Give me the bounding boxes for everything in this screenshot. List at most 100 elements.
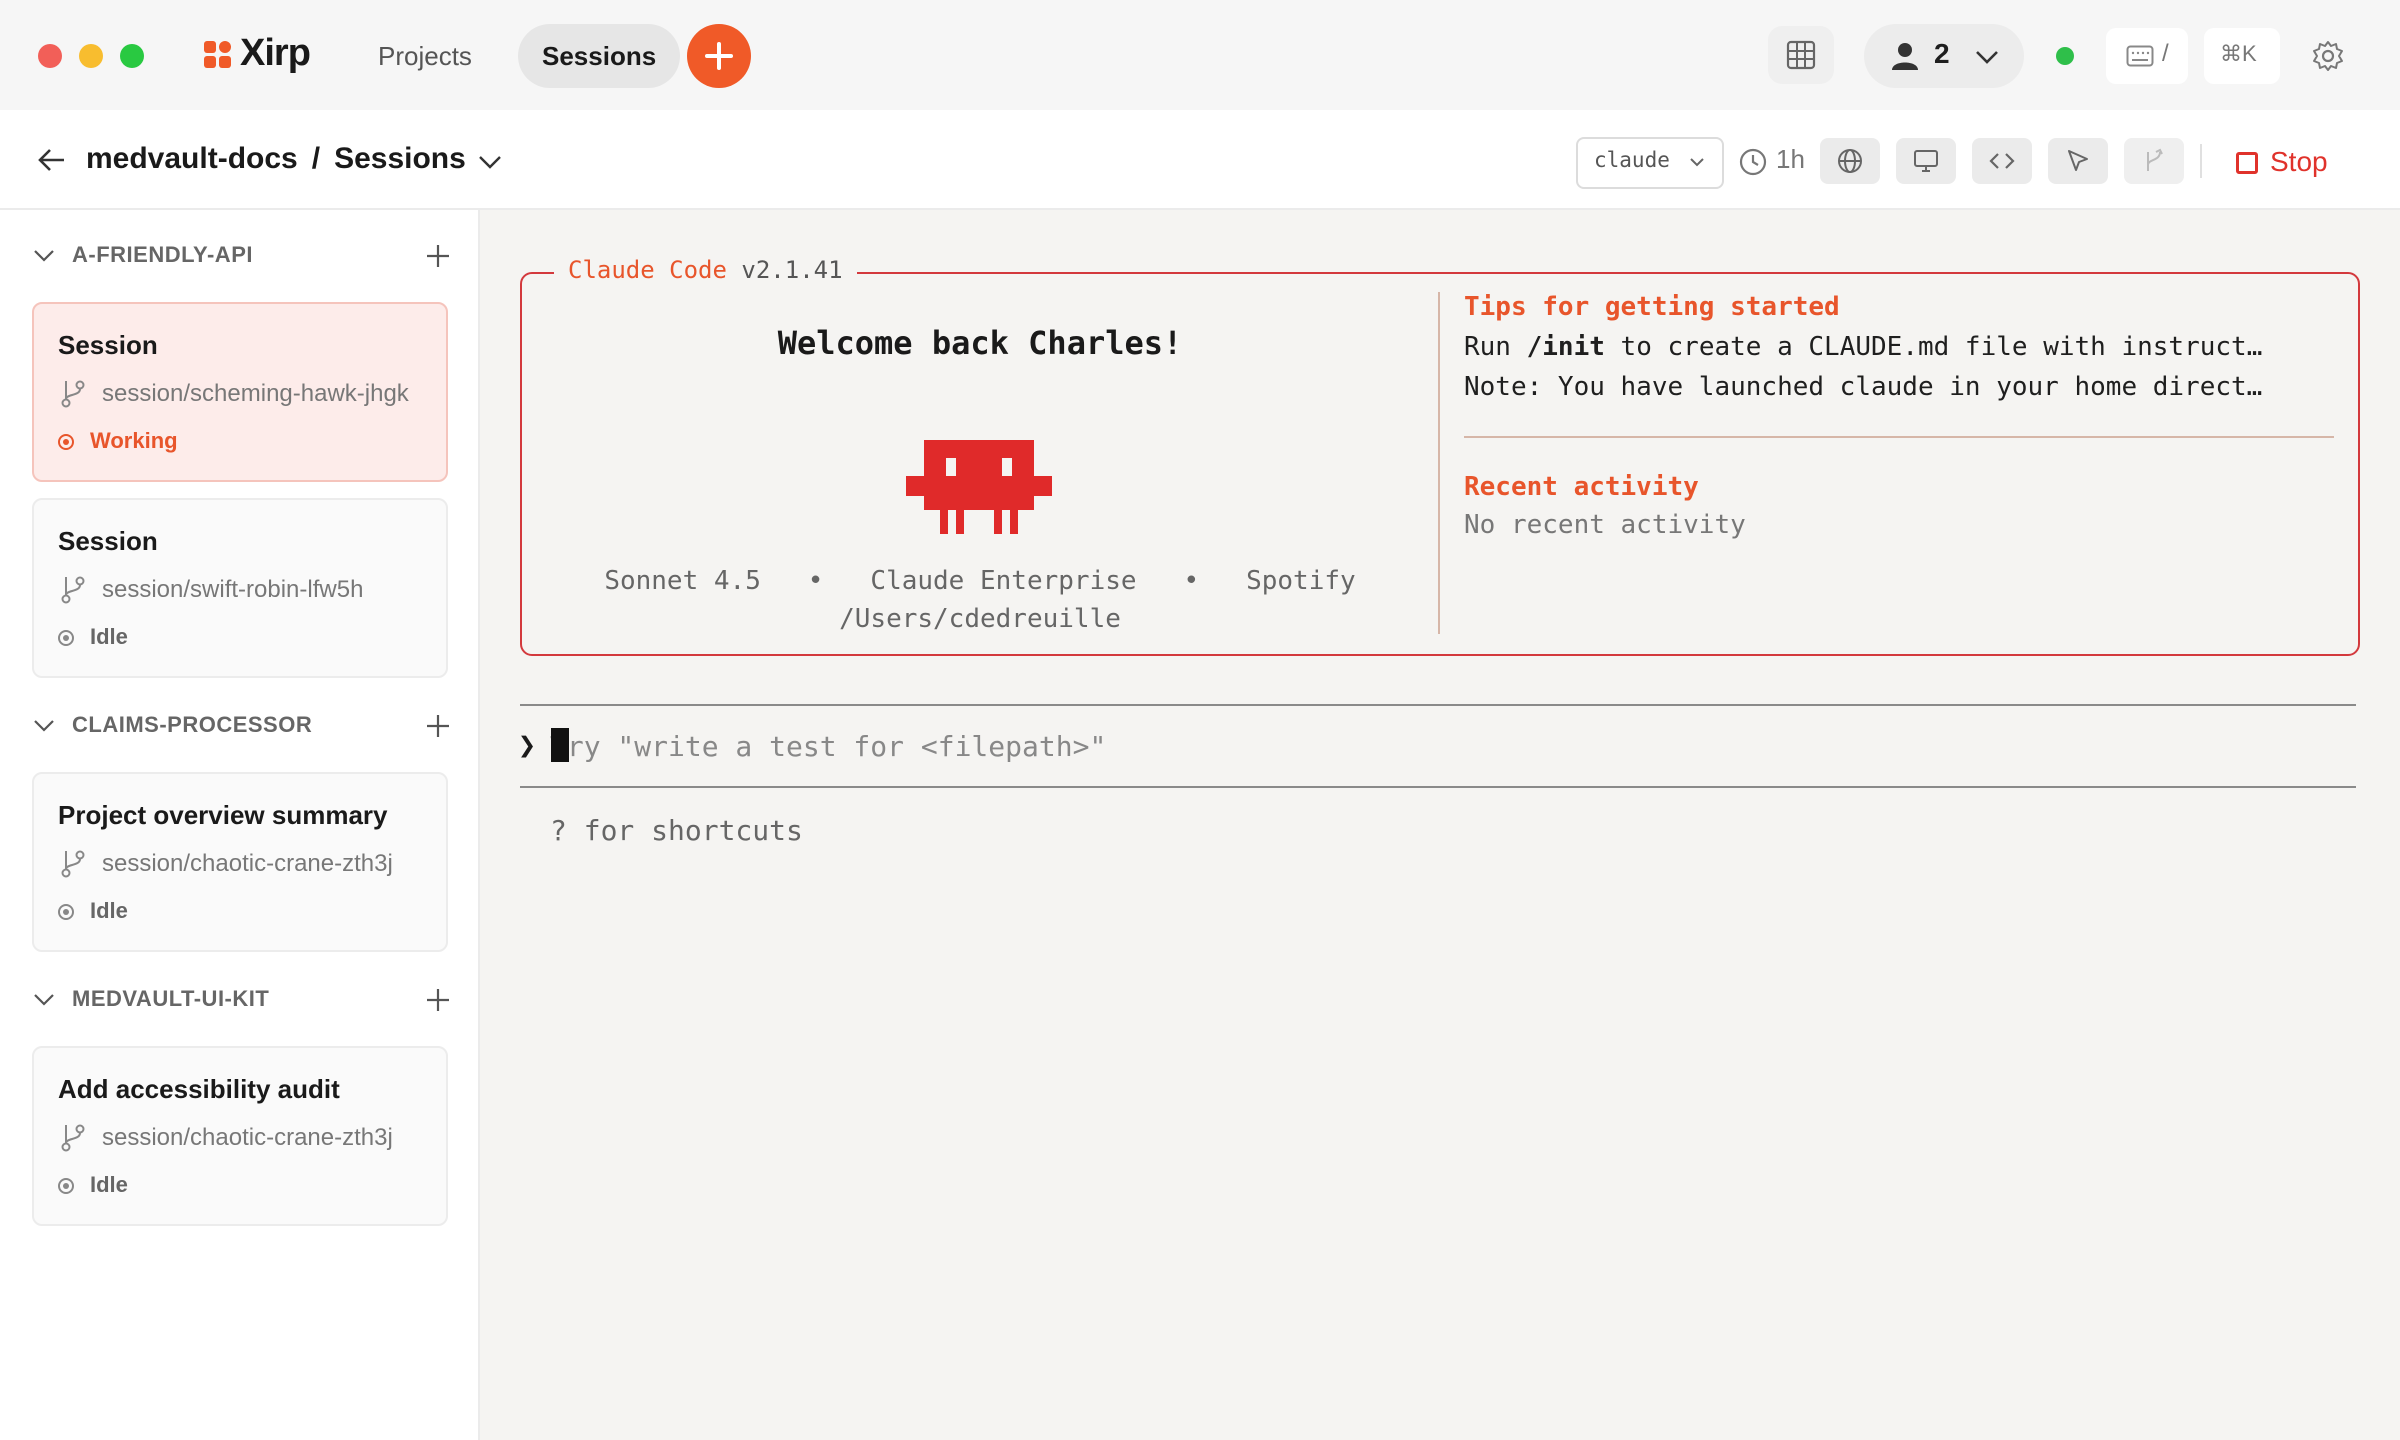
plus-icon xyxy=(427,715,449,737)
close-window-button[interactable] xyxy=(38,44,62,68)
breadcrumb: medvault-docs / Sessions xyxy=(86,142,466,176)
keyboard-shortcut-label: / xyxy=(2162,40,2169,67)
chevron-down-icon xyxy=(34,720,54,732)
session-card[interactable]: Add accessibility audit session/chaotic-… xyxy=(32,1046,448,1226)
status-badge: Idle xyxy=(90,624,128,649)
tip-init-command: /init xyxy=(1526,332,1605,362)
settings-icon xyxy=(2313,41,2343,71)
model-select-value: claude xyxy=(1594,148,1670,172)
status-badge: Working xyxy=(90,428,178,453)
maximize-window-button[interactable] xyxy=(120,44,144,68)
status-badge: Idle xyxy=(90,898,128,923)
app-logo-icon xyxy=(204,41,232,69)
code-view-button[interactable] xyxy=(1972,138,2032,184)
session-title: Session xyxy=(58,526,158,556)
minimize-window-button[interactable] xyxy=(79,44,103,68)
breadcrumb-project[interactable]: medvault-docs xyxy=(86,142,298,175)
plus-icon xyxy=(427,989,449,1011)
tip-init: Run /init to create a CLAUDE.md file wit… xyxy=(1464,332,2262,362)
branch-icon xyxy=(2147,148,2163,171)
select-element-button[interactable] xyxy=(2048,138,2108,184)
session-title: Add accessibility audit xyxy=(58,1074,340,1104)
text-cursor xyxy=(551,728,569,762)
breadcrumb-dropdown-button[interactable] xyxy=(470,142,510,182)
status-icon xyxy=(58,904,74,920)
git-branch-icon xyxy=(61,1124,85,1152)
claude-mascot-icon xyxy=(906,440,1052,534)
tab-projects[interactable]: Projects xyxy=(354,24,496,88)
welcome-message: Welcome back Charles! xyxy=(777,324,1183,362)
prompt-symbol: ❯ xyxy=(518,728,537,763)
monitor-icon xyxy=(1914,150,1938,172)
session-timer: 1h xyxy=(1776,144,1805,174)
chevron-down-icon xyxy=(34,994,54,1006)
session-card[interactable]: Session session/swift-robin-lfw5h Idle xyxy=(32,498,448,678)
shortcut-hint: ? for shortcuts xyxy=(550,814,803,847)
grid-view-button[interactable] xyxy=(1768,26,1834,84)
session-branch: session/chaotic-crane-zth3j xyxy=(102,850,393,877)
session-card[interactable]: Session session/scheming-hawk-jhgk Worki… xyxy=(32,302,448,482)
product-version: v2.1.41 xyxy=(741,256,843,284)
plus-icon xyxy=(427,245,449,267)
status-icon xyxy=(58,630,74,646)
toolbar-divider xyxy=(2200,144,2202,178)
back-button[interactable] xyxy=(30,140,76,182)
collaborators-count: 2 xyxy=(1934,38,1950,69)
browser-preview-button[interactable] xyxy=(1820,138,1880,184)
project-group-label: A-FRIENDLY-API xyxy=(72,242,253,267)
breadcrumb-section[interactable]: Sessions xyxy=(334,142,466,175)
grid-icon xyxy=(1786,40,1816,70)
chevron-down-icon xyxy=(1976,51,1998,64)
code-icon xyxy=(1989,153,2015,169)
arrow-left-icon xyxy=(38,149,64,171)
stop-icon xyxy=(2236,152,2258,174)
tips-heading: Tips for getting started xyxy=(1464,292,1840,322)
keyboard-icon xyxy=(2126,45,2154,67)
session-branch: session/chaotic-crane-zth3j xyxy=(102,1124,393,1151)
stop-label: Stop xyxy=(2270,146,2328,177)
merge-branch-button[interactable] xyxy=(2124,138,2184,184)
add-session-button[interactable] xyxy=(420,982,456,1018)
breadcrumb-separator: / xyxy=(311,142,321,175)
command-palette-label: ⌘K xyxy=(2220,41,2257,66)
session-title: Session xyxy=(58,330,158,360)
cursor-icon xyxy=(2068,150,2088,171)
online-status-dot xyxy=(2056,47,2074,65)
clock-icon xyxy=(1739,148,1767,176)
status-icon xyxy=(58,1178,74,1194)
status-icon xyxy=(58,434,74,450)
git-branch-icon xyxy=(61,850,85,878)
status-badge: Idle xyxy=(90,1172,128,1197)
session-title: Project overview summary xyxy=(58,800,388,830)
user-icon xyxy=(1892,43,1918,70)
chevron-down-icon xyxy=(34,250,54,262)
tips-divider xyxy=(1464,436,2334,438)
screen-preview-button[interactable] xyxy=(1896,138,1956,184)
prompt-input[interactable] xyxy=(550,722,2340,770)
add-session-button[interactable] xyxy=(420,238,456,274)
prompt-top-rule xyxy=(520,704,2356,706)
panel-divider xyxy=(1438,292,1440,634)
chevron-down-icon xyxy=(479,156,501,169)
chevron-down-icon xyxy=(1690,158,1704,167)
tip-home-directory: Note: You have launched claude in your h… xyxy=(1464,372,2263,402)
app-name: Xirp xyxy=(240,32,311,74)
globe-icon xyxy=(1838,149,1862,173)
project-group-label: CLAIMS-PROCESSOR xyxy=(72,712,313,737)
settings-button[interactable] xyxy=(2306,34,2350,78)
project-group-label: MEDVAULT-UI-KIT xyxy=(72,986,270,1011)
session-card[interactable]: Project overview summary session/chaotic… xyxy=(32,772,448,952)
welcome-panel-title: Claude Code v2.1.41 xyxy=(554,256,857,284)
session-branch: session/swift-robin-lfw5h xyxy=(102,576,364,603)
keyboard-shortcut-button[interactable] xyxy=(2106,28,2188,84)
recent-activity-heading: Recent activity xyxy=(1464,472,1699,502)
tab-sessions[interactable]: Sessions xyxy=(518,24,681,88)
tip-init-prefix: Run xyxy=(1464,332,1527,362)
new-session-button[interactable] xyxy=(687,24,751,88)
add-session-button[interactable] xyxy=(420,708,456,744)
git-branch-icon xyxy=(61,576,85,604)
recent-activity-empty: No recent activity xyxy=(1464,510,1746,540)
git-branch-icon xyxy=(61,380,85,408)
prompt-bottom-rule xyxy=(520,786,2356,788)
working-directory: /Users/cdedreuille xyxy=(839,604,1121,634)
